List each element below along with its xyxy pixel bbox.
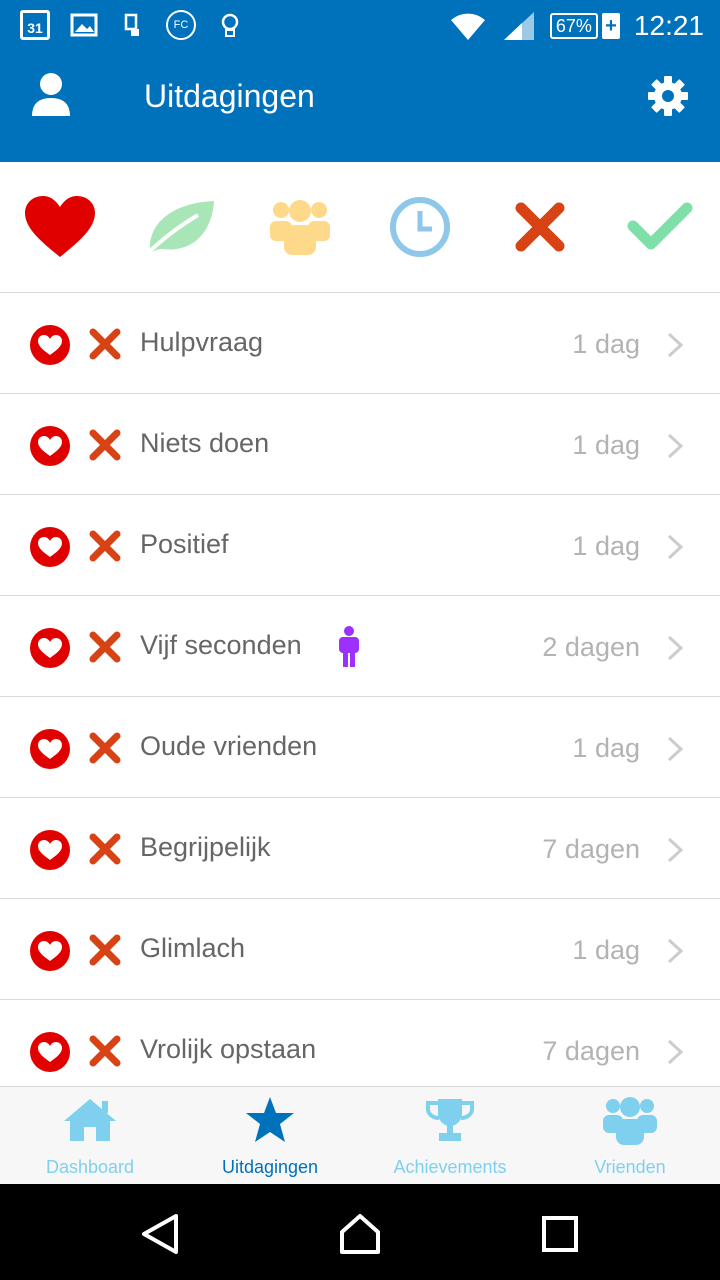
filter-failed[interactable] (480, 162, 600, 292)
tab-label: Achievements (393, 1157, 507, 1177)
remove-icon[interactable] (88, 630, 122, 664)
challenge-row[interactable]: Niets doen 1 dag (0, 394, 720, 495)
clock: 12:21 (633, 10, 704, 41)
challenge-duration: 1 dag (572, 935, 640, 965)
settings-icon[interactable] (646, 74, 690, 118)
remove-icon[interactable] (88, 933, 122, 967)
challenge-row[interactable]: Positief 1 dag (0, 495, 720, 596)
signal-icon (503, 12, 534, 40)
challenge-duration: 2 dagen (542, 632, 640, 662)
chevron-right-icon (667, 332, 684, 358)
x-icon (515, 202, 565, 252)
challenge-duration: 1 dag (572, 329, 640, 359)
profile-icon[interactable] (30, 72, 72, 118)
filter-completed[interactable] (600, 162, 720, 292)
wifi-icon (450, 13, 485, 40)
tab-vrienden[interactable]: Vrienden (540, 1087, 720, 1185)
back-icon[interactable] (138, 1212, 182, 1256)
heart-icon (25, 196, 95, 257)
favorite-heart-icon[interactable] (29, 627, 71, 669)
tab-label: Uitdagingen (221, 1157, 319, 1177)
recents-icon[interactable] (538, 1212, 582, 1256)
calendar-day: 31 (27, 20, 43, 36)
group-icon (270, 200, 330, 255)
challenge-title: Positief (140, 529, 229, 559)
remove-icon[interactable] (88, 1034, 122, 1068)
status-bar: 31 FC 67% + 12:21 (0, 0, 720, 52)
favorite-heart-icon[interactable] (29, 425, 71, 467)
trophy-icon (426, 1099, 474, 1141)
challenge-row[interactable]: Hulpvraag 1 dag (0, 293, 720, 394)
challenge-duration: 1 dag (572, 733, 640, 763)
battery-level: 67% (549, 13, 598, 39)
friends-icon (603, 1097, 657, 1145)
remove-icon[interactable] (88, 731, 122, 765)
sim-icon (124, 13, 139, 36)
challenge-title: Oude vrienden (140, 731, 318, 761)
favorite-heart-icon[interactable] (29, 324, 71, 366)
home-icon[interactable] (338, 1212, 382, 1256)
challenge-row[interactable]: Begrijpelijk 7 dagen (0, 798, 720, 899)
filter-bar (0, 162, 720, 293)
filter-nature[interactable] (120, 162, 240, 292)
calendar-icon: 31 (20, 10, 50, 40)
chevron-right-icon (667, 938, 684, 964)
chevron-right-icon (667, 1039, 684, 1065)
challenge-title: Vijf seconden (140, 630, 302, 660)
tab-label: Dashboard (45, 1157, 135, 1177)
home-icon (64, 1099, 116, 1141)
favorite-heart-icon[interactable] (29, 728, 71, 770)
challenge-duration: 1 dag (572, 430, 640, 460)
challenge-duration: 7 dagen (542, 834, 640, 864)
tab-label: Vrienden (594, 1157, 666, 1177)
challenge-row[interactable]: Oude vrienden 1 dag (0, 697, 720, 798)
favorite-heart-icon[interactable] (29, 829, 71, 871)
challenge-title: Vrolijk opstaan (140, 1034, 317, 1064)
image-icon (70, 13, 98, 37)
challenge-row[interactable]: Glimlach 1 dag (0, 899, 720, 1000)
challenge-title: Hulpvraag (140, 327, 264, 357)
challenge-list: Hulpvraag 1 dag Niets doen 1 dag Positie… (0, 293, 720, 1086)
fc-icon: FC (166, 10, 196, 40)
remove-icon[interactable] (88, 327, 122, 361)
bottom-tab-bar: Dashboard Uitdagingen Achievements Vrien… (0, 1086, 720, 1184)
chevron-right-icon (667, 433, 684, 459)
challenge-duration: 1 dag (572, 531, 640, 561)
page-title: Uitdagingen (144, 78, 315, 114)
chevron-right-icon (667, 635, 684, 661)
solo-person-icon (339, 626, 359, 667)
tab-dashboard[interactable]: Dashboard (0, 1087, 180, 1185)
remove-icon[interactable] (88, 832, 122, 866)
filter-time[interactable] (360, 162, 480, 292)
charging-icon: + (601, 13, 620, 39)
challenge-title: Begrijpelijk (140, 832, 271, 862)
fc-text: FC (173, 19, 189, 31)
favorite-heart-icon[interactable] (29, 930, 71, 972)
remove-icon[interactable] (88, 428, 122, 462)
filter-social[interactable] (240, 162, 360, 292)
tab-achievements[interactable]: Achievements (360, 1087, 540, 1185)
clock-icon (390, 197, 450, 257)
challenge-title: Niets doen (140, 428, 270, 458)
filter-favorites[interactable] (0, 162, 120, 292)
challenge-row[interactable]: Vrolijk opstaan 7 dagen (0, 1000, 720, 1086)
favorite-heart-icon[interactable] (29, 526, 71, 568)
leaf-icon (144, 201, 214, 257)
challenge-row[interactable]: Vijf seconden 2 dagen (0, 596, 720, 697)
chevron-right-icon (667, 837, 684, 863)
challenge-duration: 7 dagen (542, 1036, 640, 1066)
star-icon (246, 1097, 294, 1142)
system-nav-bar (0, 1184, 720, 1280)
app-bar: Uitdagingen (0, 52, 720, 162)
chevron-right-icon (667, 736, 684, 762)
favorite-heart-icon[interactable] (29, 1031, 71, 1073)
remove-icon[interactable] (88, 529, 122, 563)
chevron-right-icon (667, 534, 684, 560)
check-icon (627, 202, 693, 250)
challenge-title: Glimlach (140, 933, 246, 963)
tab-uitdagingen[interactable]: Uitdagingen (180, 1087, 360, 1185)
battery-indicator: 67% + (549, 13, 620, 39)
lightbulb-icon (221, 13, 239, 37)
